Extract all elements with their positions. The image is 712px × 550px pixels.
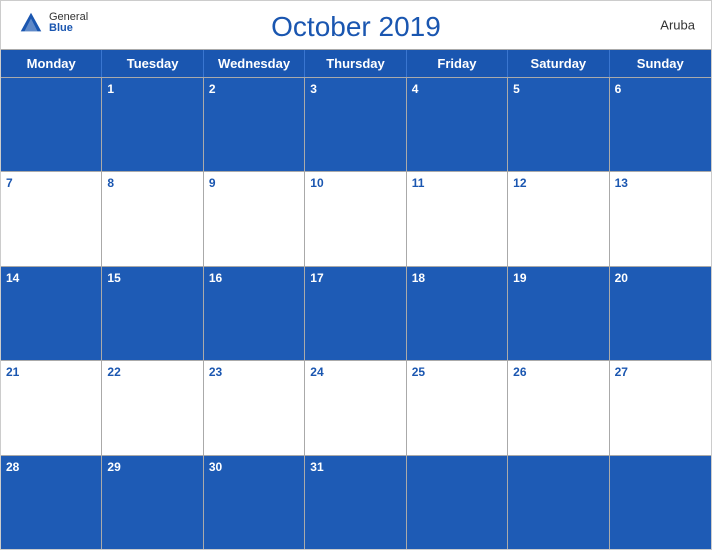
logo: General Blue (17, 9, 88, 37)
day-cell-5: 5 (508, 78, 609, 171)
day-cell-11: 11 (407, 172, 508, 265)
day-cell-8: 8 (102, 172, 203, 265)
day-number: 6 (615, 82, 622, 96)
day-header-friday: Friday (407, 50, 508, 77)
day-headers: MondayTuesdayWednesdayThursdayFridaySatu… (1, 50, 711, 77)
day-cell-14: 14 (1, 267, 102, 360)
day-header-tuesday: Tuesday (102, 50, 203, 77)
day-cell-28: 28 (1, 456, 102, 549)
day-cell-12: 12 (508, 172, 609, 265)
day-number: 25 (412, 365, 425, 379)
day-number: 14 (6, 271, 19, 285)
day-cell-25: 25 (407, 361, 508, 454)
day-cell-6: 6 (610, 78, 711, 171)
day-number: 19 (513, 271, 526, 285)
day-cell-1: 1 (102, 78, 203, 171)
day-number: 7 (6, 176, 13, 190)
calendar: General Blue October 2019 Aruba MondayTu… (0, 0, 712, 550)
day-cell-26: 26 (508, 361, 609, 454)
day-cell-24: 24 (305, 361, 406, 454)
logo-text: General Blue (49, 12, 88, 34)
day-cell-10: 10 (305, 172, 406, 265)
day-number: 13 (615, 176, 628, 190)
day-cell-empty (508, 456, 609, 549)
day-cell-15: 15 (102, 267, 203, 360)
day-cell-19: 19 (508, 267, 609, 360)
day-number: 12 (513, 176, 526, 190)
day-cell-27: 27 (610, 361, 711, 454)
day-cell-7: 7 (1, 172, 102, 265)
day-cell-16: 16 (204, 267, 305, 360)
day-number: 3 (310, 82, 317, 96)
day-number: 5 (513, 82, 520, 96)
day-number: 27 (615, 365, 628, 379)
day-number: 15 (107, 271, 120, 285)
day-cell-18: 18 (407, 267, 508, 360)
day-number: 22 (107, 365, 120, 379)
day-number: 4 (412, 82, 419, 96)
day-number: 28 (6, 460, 19, 474)
day-number: 24 (310, 365, 323, 379)
day-cell-3: 3 (305, 78, 406, 171)
day-cell-21: 21 (1, 361, 102, 454)
logo-blue: Blue (49, 23, 88, 34)
week-row-5: 28 29 30 31 (1, 455, 711, 549)
day-cell-23: 23 (204, 361, 305, 454)
day-number: 17 (310, 271, 323, 285)
day-number: 21 (6, 365, 19, 379)
calendar-header: General Blue October 2019 Aruba (1, 1, 711, 49)
weeks-container: 1234567891011121314151617181920212223242… (1, 77, 711, 549)
day-header-wednesday: Wednesday (204, 50, 305, 77)
day-cell-9: 9 (204, 172, 305, 265)
day-cell-29: 29 (102, 456, 203, 549)
day-cell-4: 4 (407, 78, 508, 171)
week-row-4: 21 22 23 24 25 26 27 (1, 360, 711, 454)
day-header-saturday: Saturday (508, 50, 609, 77)
day-number: 11 (412, 176, 425, 190)
day-number: 18 (412, 271, 425, 285)
day-header-sunday: Sunday (610, 50, 711, 77)
day-number: 29 (107, 460, 120, 474)
day-number: 10 (310, 176, 323, 190)
day-cell-empty (1, 78, 102, 171)
day-cell-31: 31 (305, 456, 406, 549)
day-number: 23 (209, 365, 222, 379)
day-number: 16 (209, 271, 222, 285)
week-row-2: 7 8 9 10 11 12 13 (1, 171, 711, 265)
day-cell-30: 30 (204, 456, 305, 549)
logo-icon (17, 9, 45, 37)
month-title: October 2019 (271, 11, 441, 43)
day-cell-17: 17 (305, 267, 406, 360)
day-number: 8 (107, 176, 114, 190)
day-cell-2: 2 (204, 78, 305, 171)
day-header-thursday: Thursday (305, 50, 406, 77)
day-cell-22: 22 (102, 361, 203, 454)
day-number: 9 (209, 176, 216, 190)
day-cell-empty (407, 456, 508, 549)
day-cell-empty (610, 456, 711, 549)
day-number: 1 (107, 82, 114, 96)
week-row-3: 14 15 16 17 18 19 20 (1, 266, 711, 360)
country-label: Aruba (660, 18, 695, 33)
day-cell-13: 13 (610, 172, 711, 265)
calendar-grid: MondayTuesdayWednesdayThursdayFridaySatu… (1, 49, 711, 549)
day-cell-20: 20 (610, 267, 711, 360)
day-number: 30 (209, 460, 222, 474)
day-number: 26 (513, 365, 526, 379)
week-row-1: 1 2 3 4 5 6 (1, 77, 711, 171)
day-number: 2 (209, 82, 216, 96)
day-header-monday: Monday (1, 50, 102, 77)
day-number: 31 (310, 460, 323, 474)
day-number: 20 (615, 271, 628, 285)
